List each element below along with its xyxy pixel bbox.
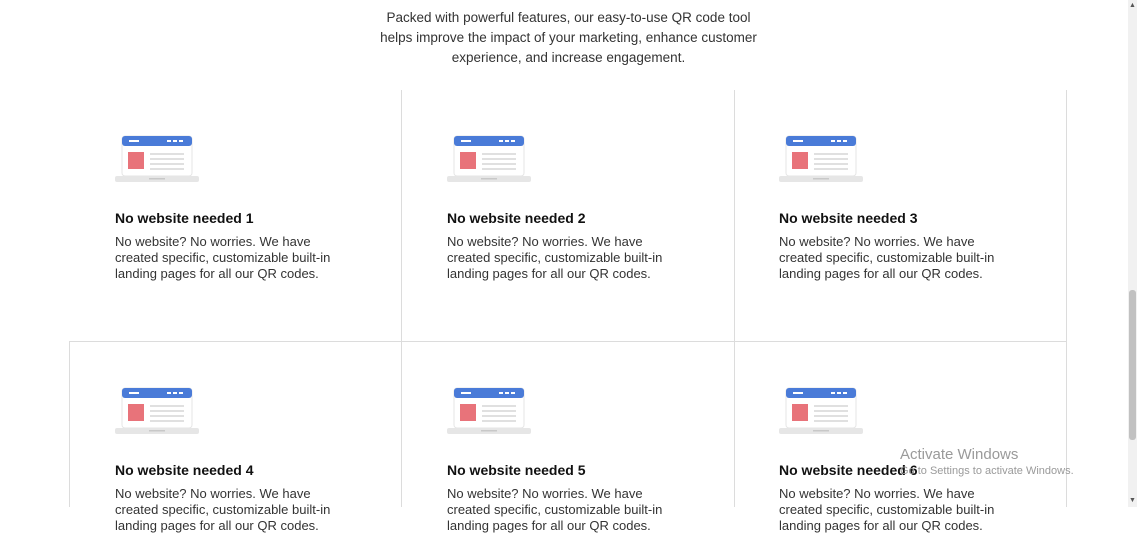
grid-divider [69,341,1067,342]
card-description: No website? No worries. We have created s… [115,486,331,533]
intro-line-1: Packed with powerful features, our easy-… [386,10,751,25]
feature-card-4: No website needed 4 No website? No worri… [115,380,415,533]
feature-card-3: No website needed 3 No website? No worri… [779,128,1079,308]
laptop-landing-page-icon [447,387,531,434]
feature-card-1: No website needed 1 No website? No worri… [115,128,415,308]
grid-divider [69,341,70,507]
feature-card-6: No website needed 6 No website? No worri… [779,380,1079,533]
card-title: No website needed 6 [779,462,918,478]
card-description: No website? No worries. We have created s… [447,234,663,281]
feature-card-2: No website needed 2 No website? No worri… [447,128,747,308]
laptop-landing-page-icon [779,135,863,182]
card-title: No website needed 5 [447,462,586,478]
laptop-landing-page-icon [447,135,531,182]
card-title: No website needed 3 [779,210,918,226]
laptop-landing-page-icon [115,135,199,182]
card-description: No website? No worries. We have created s… [779,234,995,281]
vertical-scrollbar[interactable]: ▲ ▼ [1128,0,1137,507]
intro-line-3: experience, and increase engagement. [451,50,686,65]
card-title: No website needed 1 [115,210,254,226]
card-title: No website needed 4 [115,462,254,478]
laptop-landing-page-icon [115,387,199,434]
intro-line-2: helps improve the impact of your marketi… [380,30,757,45]
laptop-landing-page-icon [779,387,863,434]
watermark-subtitle: Go to Settings to activate Windows. [900,465,1074,477]
activate-windows-watermark: Activate Windows Go to Settings to activ… [900,446,1074,478]
scrollbar-thumb[interactable] [1129,290,1136,440]
intro-text: Packed with powerful features, our easy-… [0,8,1137,68]
card-description: No website? No worries. We have created s… [115,234,331,281]
scroll-up-arrow-icon[interactable]: ▲ [1129,2,1136,10]
scroll-down-arrow-icon[interactable]: ▼ [1129,497,1136,505]
card-description: No website? No worries. We have created s… [779,486,995,533]
card-description: No website? No worries. We have created s… [447,486,663,533]
watermark-title: Activate Windows [900,446,1019,463]
card-title: No website needed 2 [447,210,586,226]
feature-card-5: No website needed 5 No website? No worri… [447,380,747,533]
